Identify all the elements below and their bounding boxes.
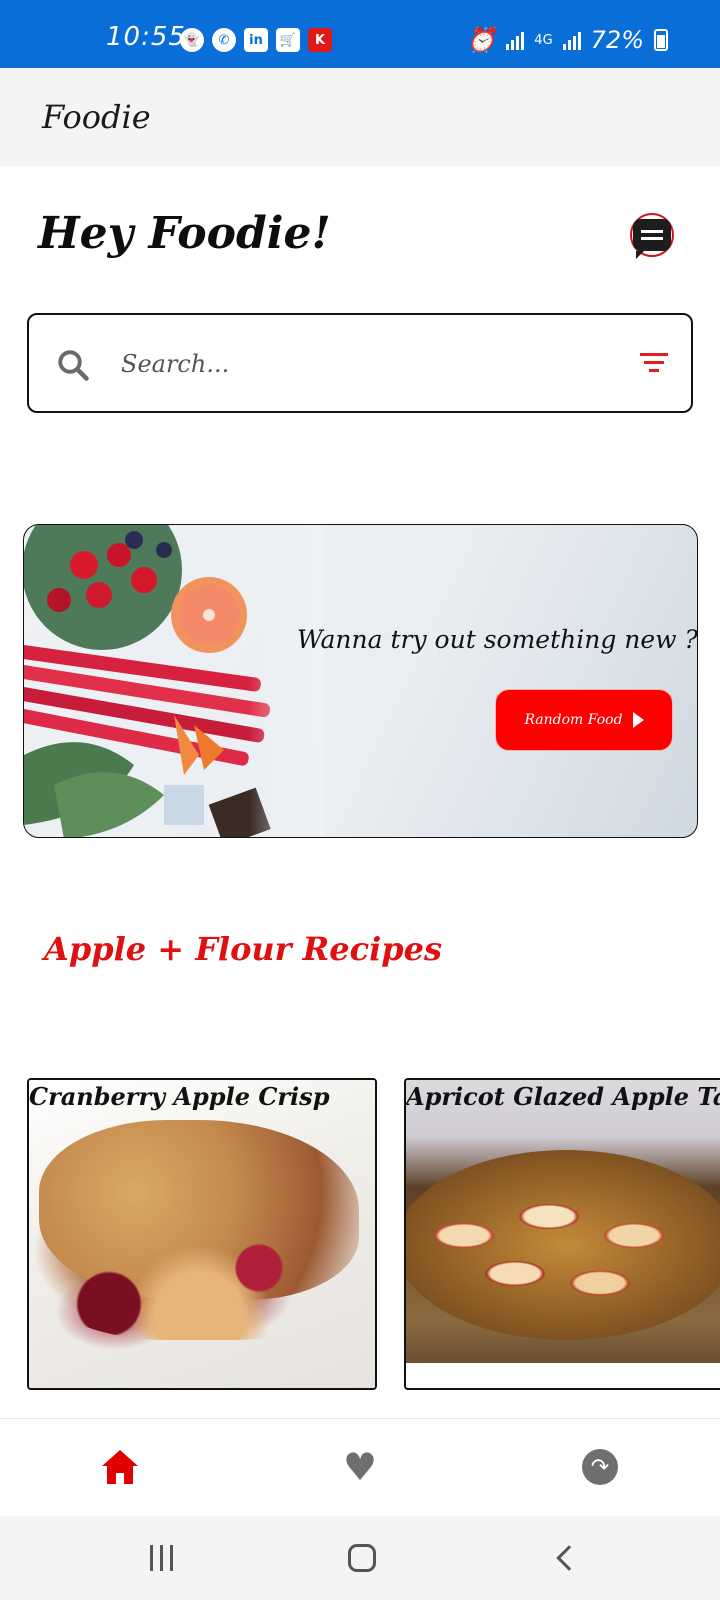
recipe-card[interactable]: Cranberry Apple Crisp bbox=[27, 1078, 377, 1390]
shop-app-icon: K bbox=[308, 28, 332, 52]
notification-icons: 👻 ✆ in 🛒 K bbox=[180, 28, 332, 52]
random-food-banner: Wanna try out something new ? Random Foo… bbox=[23, 524, 698, 838]
play-icon bbox=[632, 712, 644, 728]
app-title: Foodie bbox=[42, 98, 151, 136]
battery-icon bbox=[654, 29, 668, 51]
bottom-navigation: ♥ ↷ bbox=[0, 1418, 720, 1516]
chat-button[interactable] bbox=[630, 213, 674, 259]
fruit-illustration bbox=[24, 525, 324, 837]
nav-home[interactable] bbox=[100, 1447, 140, 1487]
recipe-card[interactable]: Apricot Glazed Apple Tart bbox=[404, 1078, 720, 1390]
signal-icon bbox=[506, 30, 525, 50]
recipe-image bbox=[29, 1080, 375, 1388]
search-bar[interactable] bbox=[27, 313, 693, 413]
recipe-title: Cranberry Apple Crisp bbox=[29, 1082, 330, 1111]
battery-percent: 72% bbox=[590, 26, 644, 54]
linkedin-icon: in bbox=[244, 28, 268, 52]
heart-icon: ♥ bbox=[342, 1445, 378, 1489]
recipe-image bbox=[406, 1080, 720, 1363]
greeting-heading: Hey Foodie! bbox=[38, 208, 331, 259]
system-status-icons: ⏰ 4G 72% bbox=[466, 26, 668, 54]
home-button[interactable] bbox=[346, 1540, 378, 1576]
nav-random[interactable]: ↷ bbox=[580, 1447, 620, 1487]
recipe-carousel[interactable]: Cranberry Apple Crisp Apricot Glazed App… bbox=[0, 1078, 720, 1393]
home-square-icon bbox=[348, 1544, 376, 1572]
random-food-button[interactable]: Random Food bbox=[495, 689, 673, 751]
chat-icon bbox=[633, 219, 671, 259]
section-title: Apple + Flour Recipes bbox=[44, 930, 443, 968]
app-bar: Foodie bbox=[0, 68, 720, 166]
filter-icon[interactable] bbox=[639, 353, 669, 377]
search-icon bbox=[58, 350, 89, 381]
status-time: 10:55 bbox=[106, 22, 186, 52]
banner-text: Wanna try out something new ? bbox=[297, 625, 698, 654]
status-bar: 10:55 👻 ✆ in 🛒 K ⏰ 4G 72% bbox=[0, 0, 720, 68]
signal-icon-2 bbox=[562, 30, 581, 50]
nav-favorites[interactable]: ♥ bbox=[340, 1447, 380, 1487]
alarm-icon: ⏰ bbox=[466, 26, 497, 54]
recents-button[interactable] bbox=[146, 1540, 176, 1576]
recipe-title: Apricot Glazed Apple Tart bbox=[406, 1082, 720, 1111]
shopping-cart-icon: 🛒 bbox=[276, 28, 300, 52]
system-navigation-bar bbox=[0, 1516, 720, 1600]
back-button[interactable] bbox=[550, 1540, 582, 1576]
network-type: 4G bbox=[534, 32, 553, 48]
whatsapp-icon: ✆ bbox=[212, 28, 236, 52]
search-input[interactable] bbox=[121, 341, 601, 387]
home-icon bbox=[102, 1450, 138, 1484]
snapchat-icon: 👻 bbox=[180, 28, 204, 52]
random-icon: ↷ bbox=[582, 1449, 618, 1485]
random-food-label: Random Food bbox=[524, 712, 623, 728]
back-chevron-icon bbox=[556, 1545, 582, 1571]
